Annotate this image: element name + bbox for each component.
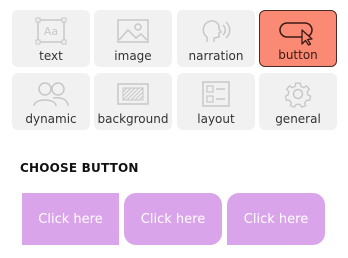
tile-label: general — [275, 112, 321, 126]
tile-background[interactable]: background — [94, 73, 172, 130]
button-style-rounded-cut[interactable]: Click here — [227, 193, 325, 245]
layout-icon — [177, 79, 255, 109]
button-cursor-icon — [260, 17, 336, 47]
tile-label: layout — [197, 112, 235, 126]
button-style-square[interactable]: Click here — [22, 193, 119, 245]
tile-label: dynamic — [25, 112, 77, 126]
tile-label: text — [39, 49, 63, 63]
tile-label: button — [278, 48, 318, 62]
text-box-icon: Aa — [12, 16, 90, 46]
button-style-rounded[interactable]: Click here — [124, 193, 222, 245]
tile-dynamic[interactable]: dynamic — [12, 73, 90, 130]
tile-label: narration — [188, 49, 244, 63]
image-icon — [94, 16, 172, 46]
tile-text[interactable]: Aa text — [12, 10, 90, 67]
section-heading: CHOOSE BUTTON — [20, 161, 139, 175]
tile-general[interactable]: general — [259, 73, 337, 130]
tile-button[interactable]: button — [259, 10, 337, 67]
users-icon — [12, 79, 90, 109]
background-icon — [94, 79, 172, 109]
tile-layout[interactable]: layout — [177, 73, 255, 130]
tile-narration[interactable]: narration — [177, 10, 255, 67]
tile-label: background — [97, 112, 169, 126]
tile-label: image — [114, 49, 152, 63]
narration-icon — [177, 16, 255, 46]
gear-icon — [259, 79, 337, 109]
svg-text:Aa: Aa — [44, 25, 58, 38]
tile-image[interactable]: image — [94, 10, 172, 67]
